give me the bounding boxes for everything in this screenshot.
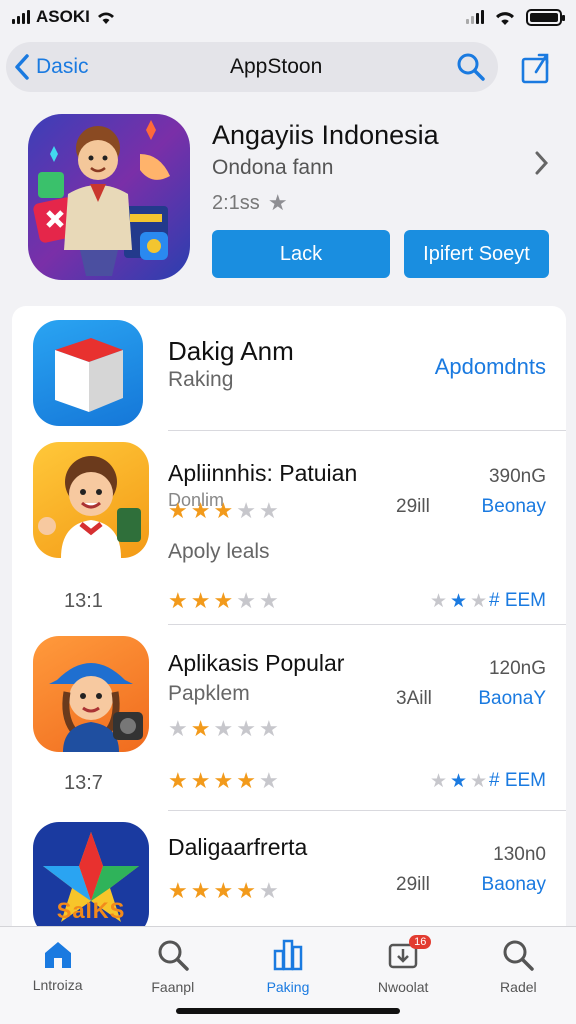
status-left: ASOKI (12, 7, 116, 27)
back-label: Dasic (36, 55, 89, 78)
share-icon (521, 53, 549, 84)
star-app-icon: SaIKS (33, 822, 149, 938)
item-downloads: 3Aill (396, 688, 432, 709)
box-icon (55, 338, 123, 412)
item-get-button[interactable]: Baonay (482, 874, 546, 896)
tab-label: Nwoolat (377, 979, 429, 995)
app-rating: 2:1ss ★ (212, 190, 288, 216)
app-rating-text: 2:1ss (212, 191, 260, 214)
tab-label: Lntroiza (32, 977, 83, 993)
item-bottom-stars: ★ ★ ★ ★ ★ (168, 768, 279, 793)
search-icon (158, 940, 189, 971)
tab-label: Paking (266, 979, 310, 995)
secondary-action-button[interactable]: Ipifert Soeyt (404, 230, 549, 278)
app-developer[interactable]: Ondona fann (212, 156, 333, 180)
status-bar: ASOKI (0, 0, 576, 34)
tab-home[interactable]: Lntroiza (8, 939, 108, 1024)
page-title: AppStoon (230, 55, 323, 78)
featured-subtitle: Raking (168, 368, 234, 391)
item-rank: 13:1 (64, 590, 103, 612)
tab-label: Faanpl (151, 979, 195, 995)
item-size: 390nG (488, 466, 546, 487)
boy-character-icon (38, 456, 141, 558)
app-icon[interactable] (28, 114, 190, 280)
chart-bars-icon (273, 939, 303, 971)
home-indicator[interactable] (176, 1008, 400, 1014)
box-app-icon (33, 320, 143, 426)
battery-icon (526, 8, 565, 26)
signal-icon (12, 10, 30, 24)
tab-find[interactable]: Radel (468, 939, 568, 1024)
item-size: 120nG (488, 658, 546, 679)
item-title: Daligaarfrerta (168, 834, 308, 860)
item-tail-label[interactable]: # EEM (489, 770, 546, 792)
item-rating-stars: ★ ★ ★ ★ ★ (168, 878, 279, 903)
kid-app-icon (33, 442, 149, 558)
back-button[interactable]: Dasic (14, 54, 184, 80)
search-icon (503, 940, 535, 971)
item-title: Aplikasis Popular (168, 650, 345, 676)
app-illustration-icon (33, 120, 170, 276)
tab-label: Radel (500, 979, 537, 995)
app-list: Dakig Anm Raking Apdomdnts Apliinnhis: P… (12, 306, 566, 946)
item-mini-rating: ★ ★ ★ (430, 771, 488, 792)
wifi-icon-right (496, 11, 514, 25)
item-bottom-stars: ★ ★ ★ ★ ★ (168, 588, 279, 613)
signal-icon-right (466, 10, 484, 24)
carrier-label: ASOKI (36, 7, 90, 26)
item-tag: Apoly leals (168, 540, 270, 563)
notification-badge: 16 (409, 935, 432, 949)
item-downloads: 29ill (396, 496, 430, 517)
item-rating-stars: ★ ★ ★ ★ ★ (168, 716, 279, 741)
item-downloads: 29ill (396, 874, 430, 895)
divider (168, 430, 566, 431)
item-mini-rating: ★ ★ ★ (430, 591, 488, 612)
item-tail-label[interactable]: # EEM (489, 590, 546, 612)
list-item[interactable]: Apliinnhis: Patuian Donlim ★ ★ ★ ★ ★ Apoly l… (12, 432, 566, 626)
share-button[interactable] (514, 48, 558, 88)
item-rating-stars: ★ ★ ★ ★ ★ (168, 498, 279, 523)
wifi-icon (97, 12, 114, 24)
item-rank: 13:7 (64, 772, 103, 794)
chevron-right-icon[interactable] (534, 150, 550, 176)
item-size: 130n0 (493, 844, 546, 865)
list-item-featured[interactable]: Dakig Anm Raking Apdomdnts (12, 306, 566, 432)
nav-bar: Dasic AppStoon (6, 42, 498, 92)
item-get-button[interactable]: Beonay (482, 496, 546, 518)
app-name: Angayiis Indonesia (212, 120, 439, 150)
lack-button[interactable]: Lack (212, 230, 390, 278)
divider (168, 624, 566, 625)
chevron-left-icon (15, 54, 29, 80)
featured-title: Dakig Anm (168, 336, 294, 366)
search-icon[interactable] (456, 52, 486, 82)
item-title: Apliinnhis: Patuian (168, 460, 358, 486)
item-get-button[interactable]: BaonaY (478, 688, 546, 710)
featured-action-link[interactable]: Apdomdnts (435, 354, 546, 380)
status-right (466, 8, 565, 26)
kid-camera-app-icon (33, 636, 149, 752)
app-header: Angayiis Indonesia Ondona fann 2:1ss ★ L… (28, 112, 558, 282)
item-subtitle: Papklem (168, 682, 250, 705)
star-icon: ★ (267, 190, 288, 215)
star-app-icon-text: SaIKS (56, 898, 126, 923)
divider (168, 810, 566, 811)
home-icon (44, 942, 71, 968)
list-item[interactable]: Aplikasis Popular Papklem ★ ★ ★ ★ ★ 120nG 3A… (12, 626, 566, 812)
girl-character-icon (49, 663, 143, 752)
